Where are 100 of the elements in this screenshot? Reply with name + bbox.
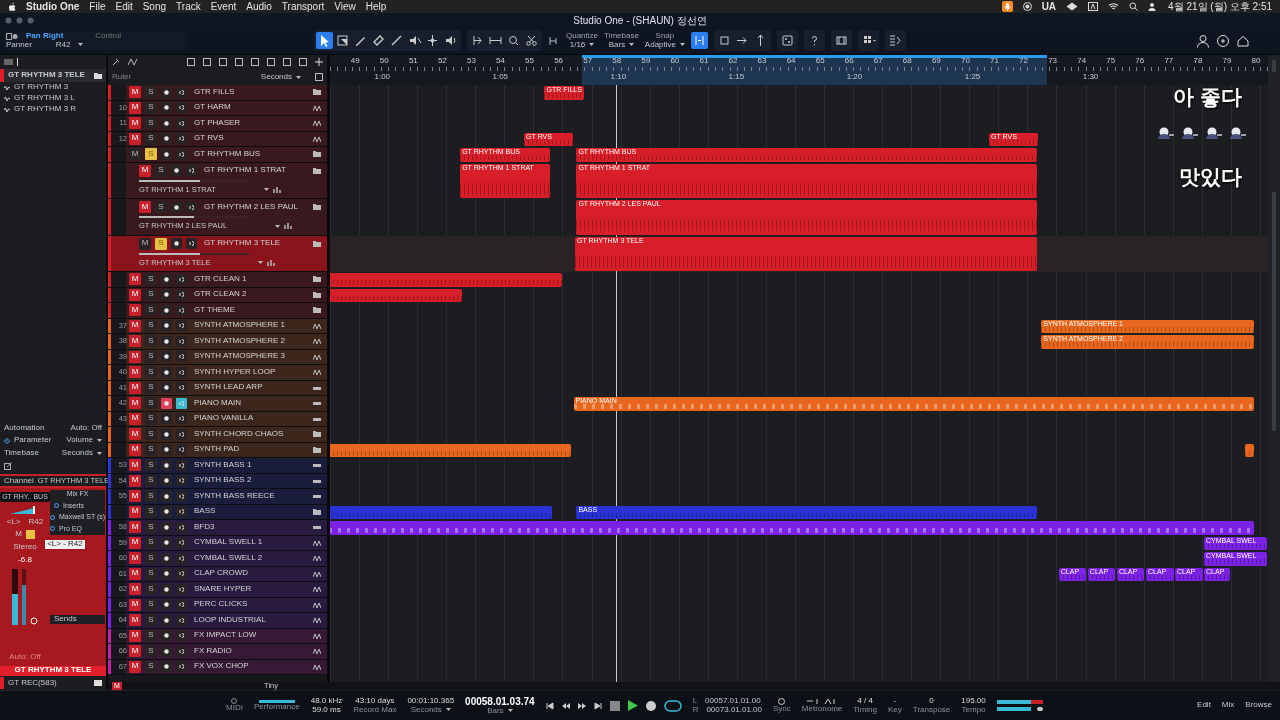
mute-button[interactable]: M [129, 412, 141, 425]
solo-button[interactable]: S [155, 164, 167, 177]
caret-icon[interactable] [258, 261, 264, 265]
solo-button[interactable]: S [145, 397, 157, 410]
microphone-icon[interactable] [1001, 1, 1013, 12]
caret-icon[interactable] [589, 43, 595, 47]
caret-icon[interactable] [680, 43, 685, 47]
solo-button[interactable]: S [145, 629, 157, 642]
caret-icon[interactable] [275, 224, 281, 228]
track-header[interactable]: M S GTR CLEAN 1 [108, 272, 327, 288]
mute-button[interactable]: M [129, 629, 141, 642]
volume-slider[interactable] [139, 252, 249, 255]
time-format-dropdown[interactable]: Seconds [410, 705, 442, 715]
stop-icon[interactable] [609, 700, 620, 711]
loop-position[interactable]: 00073.01.01.00 [706, 705, 762, 715]
caret-icon[interactable] [97, 452, 102, 456]
solo-button[interactable]: S [145, 645, 157, 658]
loop-range[interactable] [582, 55, 1048, 85]
track-header[interactable]: M S GTR FILLS [108, 85, 327, 101]
mixer-icon[interactable] [272, 186, 281, 193]
caret-icon[interactable] [78, 43, 84, 47]
transpose-label[interactable]: Transpose [912, 705, 951, 715]
view-tab[interactable]: Browse [1245, 701, 1272, 710]
power-icon[interactable] [4, 437, 10, 444]
clip[interactable] [1244, 443, 1255, 457]
fader-track[interactable] [12, 569, 18, 626]
caret-icon[interactable] [97, 439, 102, 443]
menu-item[interactable]: Audio [246, 1, 272, 12]
mute-button[interactable]: M [129, 614, 141, 627]
solo-button[interactable]: S [145, 381, 157, 394]
view-tab[interactable]: Mix [1221, 701, 1235, 710]
solo-button[interactable]: S [145, 443, 157, 456]
solo-button[interactable]: S [145, 366, 157, 379]
solo-button[interactable]: S [155, 201, 167, 213]
ruler-settings-icon[interactable] [315, 73, 323, 82]
track-header[interactable]: M S GT RHYTHM BUS [108, 147, 327, 163]
menu-item[interactable]: Edit [115, 1, 133, 12]
solo-button[interactable]: S [145, 567, 157, 580]
mute-button[interactable]: M [129, 552, 141, 565]
metronome-icon[interactable] [807, 697, 838, 705]
mute-button[interactable]: M [129, 397, 141, 410]
clip[interactable] [330, 273, 562, 287]
view-tab[interactable]: Edit [1197, 701, 1211, 710]
menu-item[interactable]: Help [365, 1, 387, 12]
home-icon[interactable] [1236, 33, 1250, 48]
mute-button[interactable]: M [129, 474, 141, 487]
mute-button[interactable]: M [129, 86, 141, 99]
add-icon[interactable] [315, 58, 323, 67]
solo-button[interactable]: S [145, 86, 157, 99]
menu-clock[interactable]: 4월 21일 (월) 오후 2:51 [1168, 1, 1272, 12]
clip[interactable] [330, 505, 552, 519]
clock-icon[interactable] [299, 58, 307, 67]
caret-icon[interactable] [507, 709, 513, 713]
solo-button[interactable]: S [145, 319, 157, 332]
range-tool-icon[interactable] [334, 32, 351, 49]
solo-button[interactable]: S [145, 660, 157, 673]
mute-button[interactable]: M [129, 273, 141, 286]
link-icon[interactable] [30, 617, 38, 626]
wrench-icon[interactable] [112, 58, 120, 67]
quantize-icon[interactable] [548, 34, 560, 47]
menu-item[interactable]: Song [142, 1, 167, 12]
loop-icon[interactable] [663, 699, 682, 712]
tree-icon[interactable] [283, 58, 291, 67]
solo-button[interactable]: S [145, 474, 157, 487]
solo-button[interactable]: S [145, 412, 157, 425]
parameter-dropdown[interactable]: Volume [66, 436, 93, 446]
record-status-icon[interactable] [1022, 2, 1032, 11]
clip[interactable] [330, 288, 462, 302]
volume-slider-fill[interactable] [139, 179, 200, 182]
mute-button[interactable]: M [129, 490, 141, 503]
mute-button[interactable]: M [129, 148, 141, 161]
volume-slider-fill[interactable] [139, 252, 200, 255]
app-menu[interactable]: Studio One [26, 1, 80, 12]
mute-button[interactable]: M [129, 132, 141, 145]
solo-button[interactable]: S [145, 552, 157, 565]
mute-button[interactable]: M [129, 567, 141, 580]
mute-button[interactable]: M [129, 381, 141, 394]
keyboard-input-icon[interactable] [1088, 2, 1099, 11]
menu-item[interactable]: Event [210, 1, 237, 12]
apple-icon[interactable] [8, 2, 16, 11]
mute-button[interactable]: M [129, 319, 141, 332]
notes-icon[interactable] [219, 58, 227, 67]
caret-icon[interactable] [296, 75, 301, 79]
clip[interactable] [330, 443, 571, 457]
solo-button[interactable]: S [145, 350, 157, 363]
setting-value[interactable]: 1/16 [569, 40, 586, 50]
mute-button[interactable]: M [129, 598, 141, 611]
mute-button[interactable]: M [129, 660, 141, 673]
mute-button[interactable]: M [129, 101, 141, 114]
caret-icon[interactable] [263, 188, 269, 192]
flag-icon[interactable] [203, 58, 211, 67]
mute-button[interactable]: M [129, 117, 141, 130]
automation-icon[interactable] [128, 58, 138, 67]
solo-button[interactable]: S [145, 148, 157, 161]
fast-forward-icon[interactable] [577, 701, 586, 710]
solo-button[interactable]: S [145, 505, 157, 518]
record-icon[interactable] [645, 700, 656, 711]
mute-button[interactable]: M [129, 366, 141, 379]
clip[interactable] [330, 521, 1255, 535]
solo-button[interactable]: S [145, 459, 157, 472]
